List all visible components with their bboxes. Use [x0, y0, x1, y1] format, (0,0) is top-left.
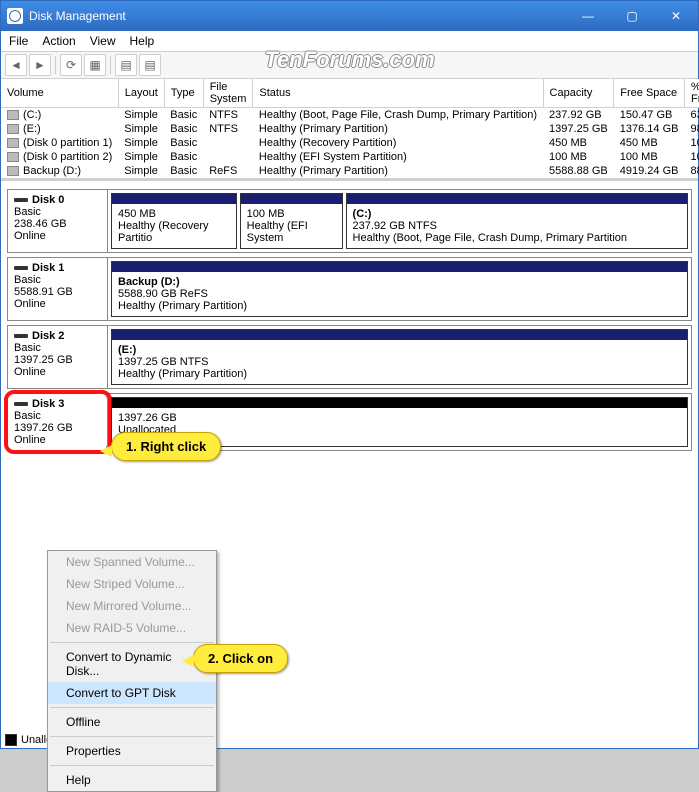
menu-help[interactable]: Help	[130, 34, 155, 48]
table-row[interactable]: Backup (D:)SimpleBasicReFSHealthy (Prima…	[1, 164, 699, 178]
forward-button[interactable]: ►	[29, 54, 51, 76]
context-menu-item[interactable]: Convert to GPT Disk	[48, 682, 216, 704]
table-row[interactable]: (Disk 0 partition 1)SimpleBasicHealthy (…	[1, 136, 699, 150]
table-row[interactable]: (Disk 0 partition 2)SimpleBasicHealthy (…	[1, 150, 699, 164]
context-menu-item: New RAID-5 Volume...	[48, 617, 216, 639]
volume-list-pane: Volume Layout Type File System Status Ca…	[1, 79, 698, 181]
minimize-button[interactable]: —	[566, 1, 610, 31]
view-button-2[interactable]: ▤	[139, 54, 161, 76]
disk-row[interactable]: Disk 1Basic5588.91 GBOnlineBackup (D:)55…	[7, 257, 692, 321]
disk-header[interactable]: Disk 3Basic1397.26 GBOnline	[8, 394, 108, 450]
close-button[interactable]: ✕	[654, 1, 698, 31]
app-icon	[7, 8, 23, 24]
disk-row[interactable]: Disk 0Basic238.46 GBOnline450 MBHealthy …	[7, 189, 692, 253]
callout-click-on: 2. Click on	[193, 644, 288, 673]
table-row[interactable]: (C:)SimpleBasicNTFSHealthy (Boot, Page F…	[1, 108, 699, 123]
context-menu: New Spanned Volume...New Striped Volume.…	[47, 550, 217, 792]
col-capacity[interactable]: Capacity	[543, 79, 614, 108]
col-free[interactable]: Free Space	[614, 79, 685, 108]
toolbar: ◄ ► ⟳ ▦ ▤ ▤	[1, 52, 698, 79]
disk-row[interactable]: Disk 3Basic1397.26 GBOnline1397.26 GBUna…	[7, 393, 692, 451]
volume-table[interactable]: Volume Layout Type File System Status Ca…	[1, 79, 699, 178]
partition[interactable]: (E:)1397.25 GB NTFSHealthy (Primary Part…	[111, 329, 688, 385]
col-volume[interactable]: Volume	[1, 79, 118, 108]
context-menu-item[interactable]: Offline	[48, 711, 216, 733]
col-status[interactable]: Status	[253, 79, 543, 108]
menubar: File Action View Help	[1, 31, 698, 52]
context-menu-item: New Spanned Volume...	[48, 551, 216, 573]
menu-view[interactable]: View	[90, 34, 116, 48]
partition[interactable]: 100 MBHealthy (EFI System	[240, 193, 343, 249]
menu-file[interactable]: File	[9, 34, 28, 48]
col-fs[interactable]: File System	[203, 79, 253, 108]
table-row[interactable]: (E:)SimpleBasicNTFSHealthy (Primary Part…	[1, 122, 699, 136]
menu-action[interactable]: Action	[42, 34, 75, 48]
titlebar[interactable]: Disk Management — ▢ ✕	[1, 1, 698, 31]
context-menu-item[interactable]: Help	[48, 769, 216, 791]
back-button[interactable]: ◄	[5, 54, 27, 76]
disk-graph-pane: Disk 0Basic238.46 GBOnline450 MBHealthy …	[1, 181, 698, 459]
disk-row[interactable]: Disk 2Basic1397.25 GBOnline(E:)1397.25 G…	[7, 325, 692, 389]
partition[interactable]: (C:)237.92 GB NTFSHealthy (Boot, Page Fi…	[346, 193, 688, 249]
col-layout[interactable]: Layout	[118, 79, 164, 108]
settings-button[interactable]: ▦	[84, 54, 106, 76]
col-type[interactable]: Type	[164, 79, 203, 108]
context-menu-item: New Striped Volume...	[48, 573, 216, 595]
disk-header[interactable]: Disk 1Basic5588.91 GBOnline	[8, 258, 108, 320]
maximize-button[interactable]: ▢	[610, 1, 654, 31]
partition[interactable]: Backup (D:)5588.90 GB ReFSHealthy (Prima…	[111, 261, 688, 317]
disk-header[interactable]: Disk 2Basic1397.25 GBOnline	[8, 326, 108, 388]
view-button-1[interactable]: ▤	[115, 54, 137, 76]
callout-right-click: 1. Right click	[111, 432, 221, 461]
disk-header[interactable]: Disk 0Basic238.46 GBOnline	[8, 190, 108, 252]
window-title: Disk Management	[29, 9, 566, 23]
context-menu-item: New Mirrored Volume...	[48, 595, 216, 617]
col-pctfree[interactable]: % Free	[684, 79, 699, 108]
context-menu-item[interactable]: Properties	[48, 740, 216, 762]
refresh-button[interactable]: ⟳	[60, 54, 82, 76]
partition[interactable]: 450 MBHealthy (Recovery Partitio	[111, 193, 237, 249]
disk-management-window: Disk Management — ▢ ✕ File Action View H…	[0, 0, 699, 749]
